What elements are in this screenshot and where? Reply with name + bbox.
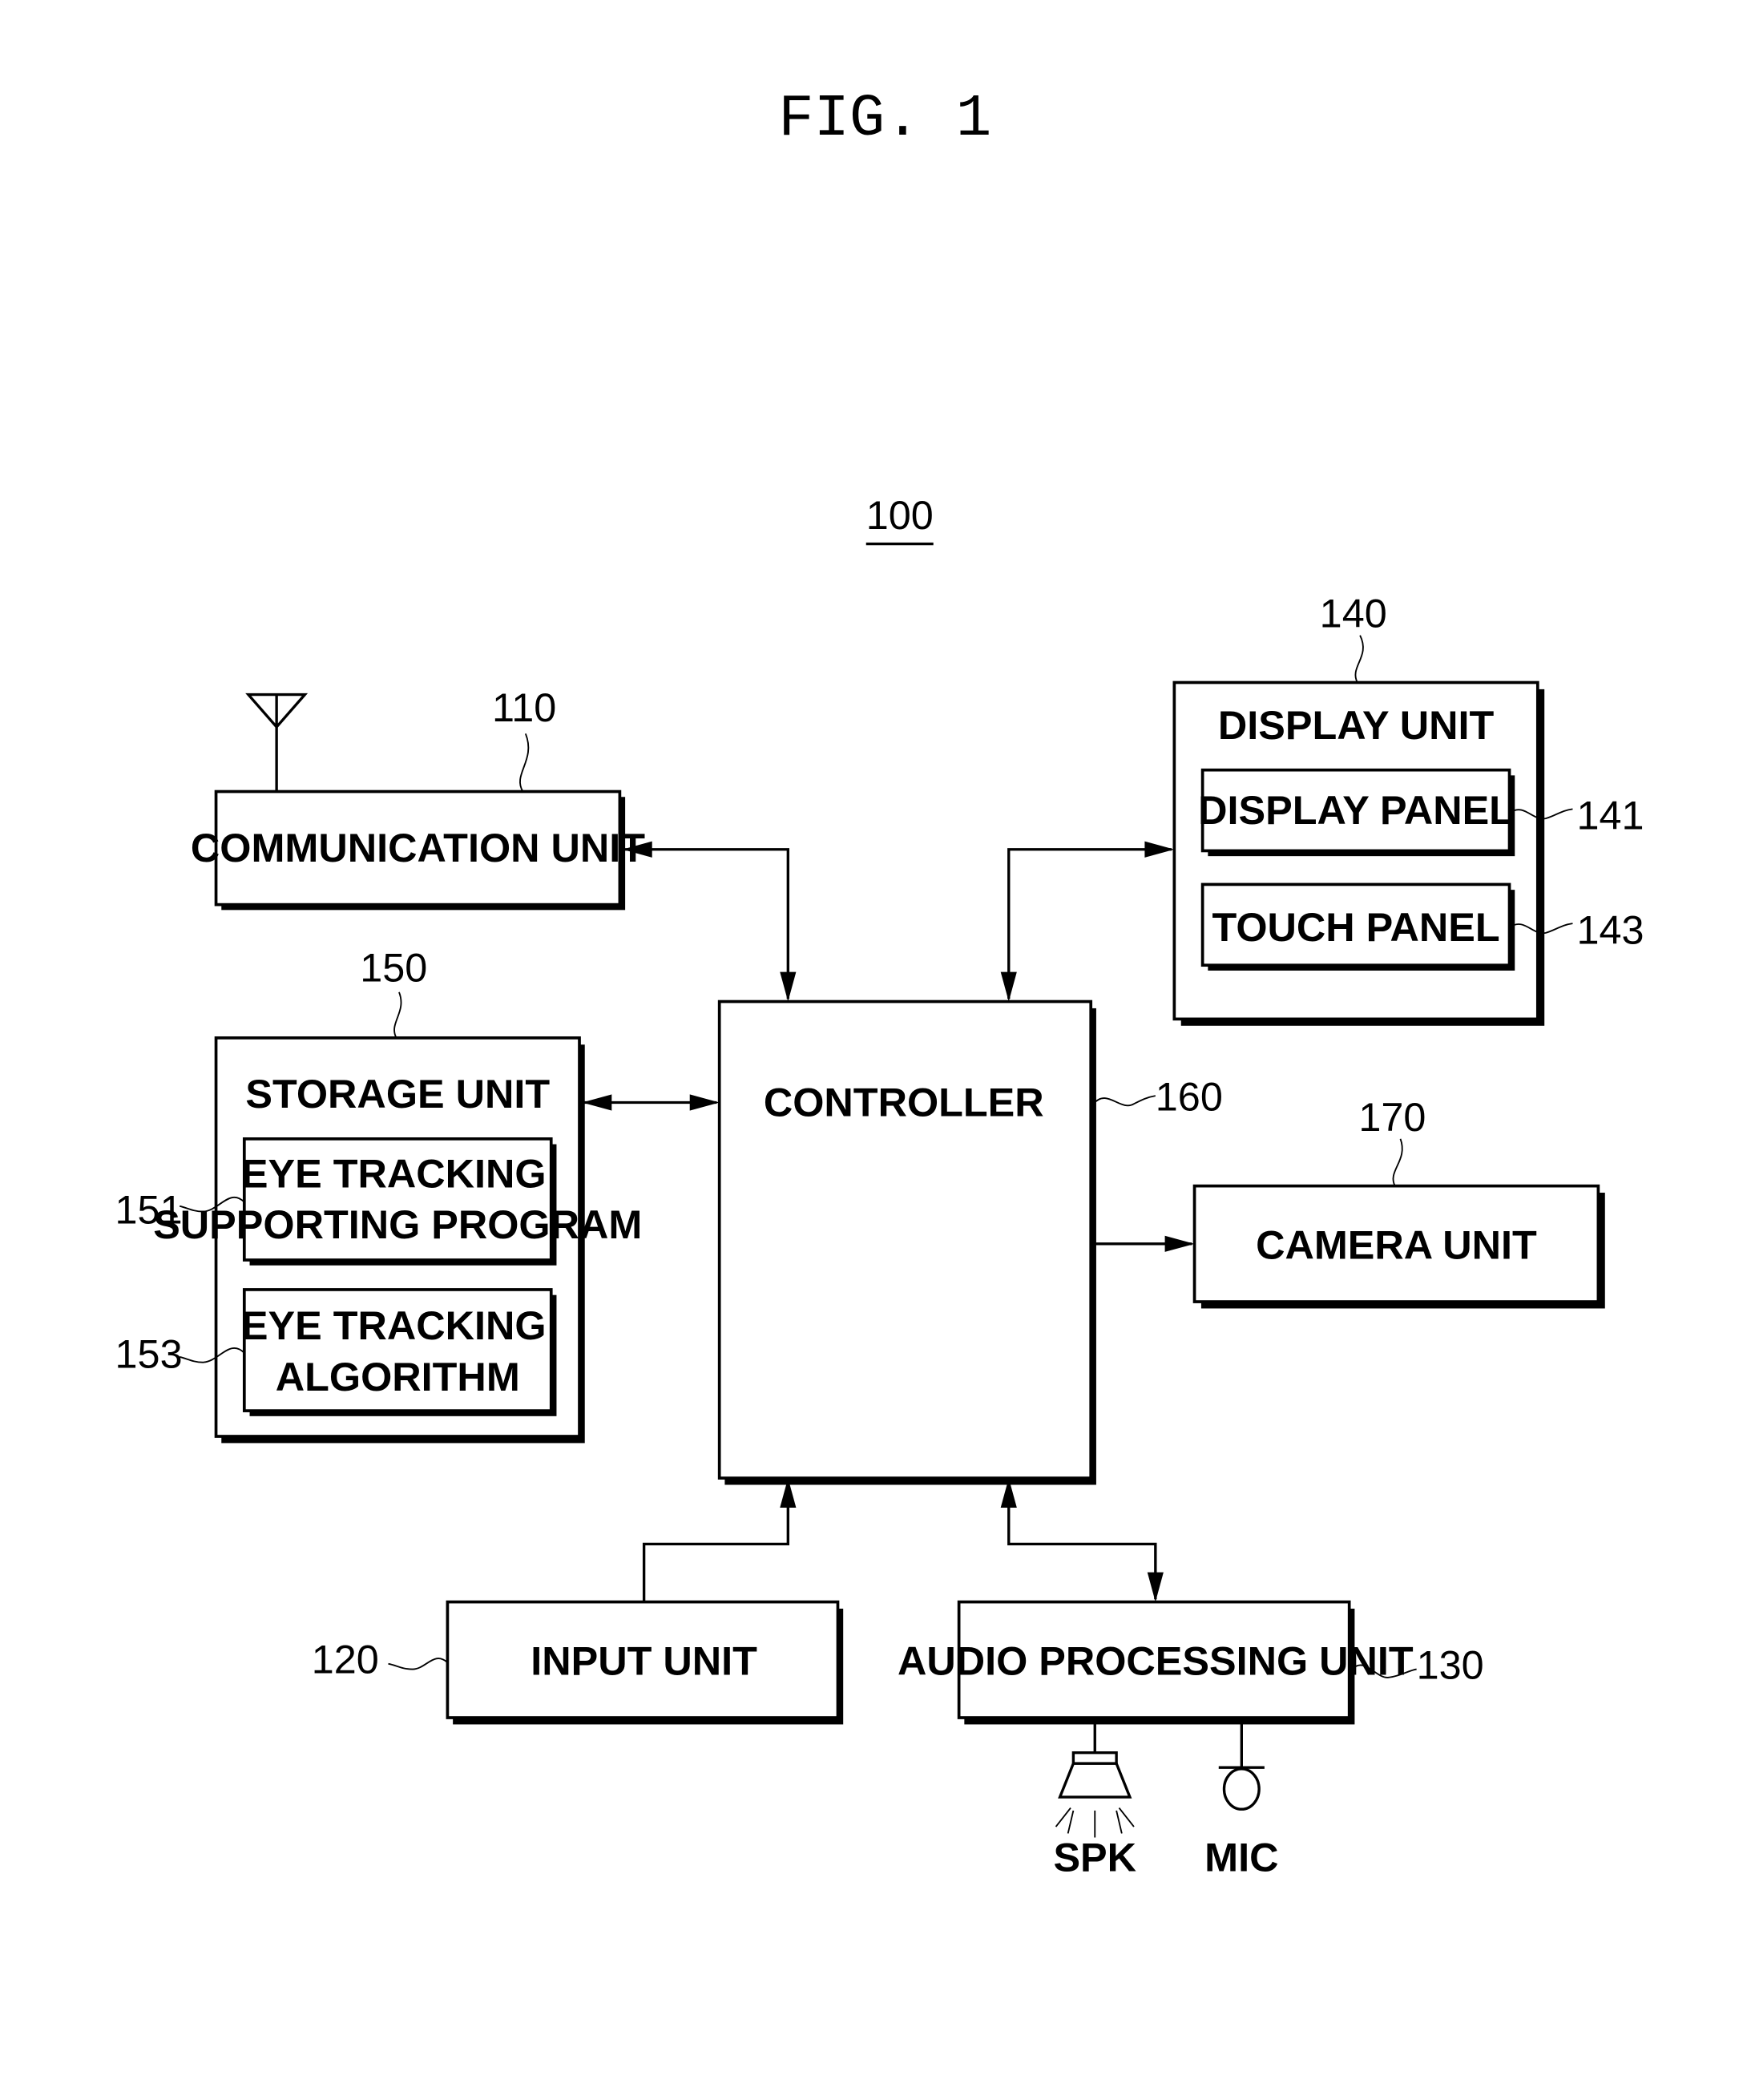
storage-unit-label: STORAGE UNIT [245, 1071, 550, 1117]
arrowhead [1164, 1235, 1195, 1252]
communication-unit-block: COMMUNICATION UNIT 110 [191, 685, 645, 911]
storage-unit-block: STORAGE UNIT 150 EYE TRACKING SUPPORTING… [115, 944, 642, 1444]
controller-label: CONTROLLER [764, 1079, 1044, 1125]
leader-120 [388, 1658, 449, 1670]
ref-150: 150 [360, 944, 427, 990]
leader-160 [1092, 1095, 1156, 1107]
ref-153: 153 [115, 1331, 183, 1376]
audio-processing-unit-block: AUDIO PROCESSING UNIT 130 SPK MIC [898, 1600, 1484, 1880]
display-unit-block: DISPLAY UNIT 140 DISPLAY PANEL 141 TOUCH… [1172, 591, 1644, 1026]
camera-unit-block: CAMERA UNIT 170 [1192, 1094, 1605, 1309]
speaker-label: SPK [1053, 1834, 1136, 1880]
input-unit-label: INPUT UNIT [531, 1638, 757, 1683]
eye-tracking-program-label-2: SUPPORTING PROGRAM [153, 1201, 642, 1247]
display-panel-label: DISPLAY PANEL [1198, 787, 1514, 833]
touch-panel-label: TOUCH PANEL [1212, 904, 1499, 950]
microphone-icon [1218, 1722, 1265, 1811]
ref-110: 110 [492, 685, 556, 730]
ref-143: 143 [1576, 907, 1644, 952]
arrowhead [1000, 971, 1017, 1002]
antenna-icon [245, 693, 309, 729]
figure-title: FIG. 1 [778, 86, 991, 153]
connector-display-controller [1007, 848, 1172, 1000]
microphone-label: MIC [1204, 1834, 1278, 1880]
ref-170: 170 [1358, 1094, 1426, 1140]
ref-141: 141 [1576, 793, 1644, 838]
ref-130: 130 [1417, 1642, 1484, 1687]
leader-150 [393, 991, 402, 1039]
device-ref: 100 [866, 492, 934, 538]
ref-151: 151 [115, 1187, 183, 1233]
camera-unit-label: CAMERA UNIT [1256, 1222, 1537, 1267]
eye-tracking-algorithm-label-2: ALGORITHM [276, 1354, 520, 1399]
arrowhead [1147, 1572, 1164, 1602]
arrowhead [780, 971, 797, 1002]
connector-comm-controller [622, 848, 790, 1000]
leader-140 [1354, 635, 1364, 683]
arrowhead [1144, 841, 1175, 858]
leader-170 [1392, 1138, 1403, 1187]
eye-tracking-algorithm-label-1: EYE TRACKING [241, 1302, 547, 1348]
communication-unit-label: COMMUNICATION UNIT [191, 825, 645, 870]
ref-140: 140 [1320, 591, 1387, 636]
eye-tracking-program-label-1: EYE TRACKING [241, 1150, 547, 1196]
audio-processing-unit-label: AUDIO PROCESSING UNIT [898, 1638, 1414, 1683]
ref-160: 160 [1156, 1074, 1223, 1120]
ref-120: 120 [312, 1637, 379, 1682]
arrowhead [689, 1094, 720, 1111]
input-unit-block: INPUT UNIT 120 [312, 1600, 844, 1725]
speaker-icon [1055, 1722, 1135, 1838]
arrowhead [582, 1094, 612, 1111]
connector-controller-audio [1007, 1480, 1157, 1600]
connector-input-controller [642, 1480, 790, 1602]
block-diagram: FIG. 1 100 COMMUNICATION UNIT 110 DISPLA… [115, 86, 1644, 1880]
display-unit-label: DISPLAY UNIT [1218, 702, 1495, 748]
leader-110 [519, 733, 530, 793]
